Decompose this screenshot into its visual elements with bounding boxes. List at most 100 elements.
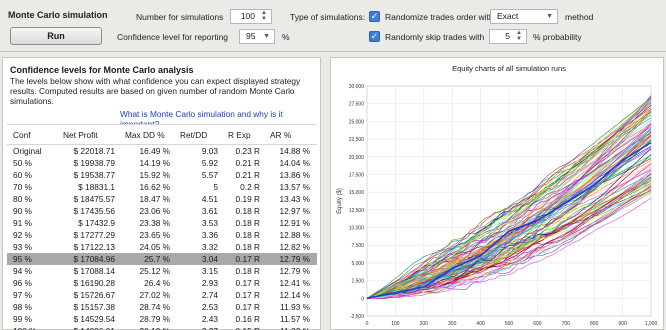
confidence-unit: % xyxy=(282,32,290,42)
column-header[interactable]: Net Profit xyxy=(59,130,117,140)
table-row[interactable]: 100 %$ 14086.0130.19 %2.270.15 R11.32 % xyxy=(7,325,317,330)
table-row[interactable]: 94 % $ 17088.14 25.12 % 3.15 0.18 R 12.79 % xyxy=(7,265,317,277)
table-cell: 0.19 R xyxy=(235,194,260,204)
skip-probability-input[interactable]: 5 ▲ ▼ xyxy=(489,29,527,44)
table-header: Conf Net Profit Max DD % Ret/DD R Exp AR % xyxy=(7,124,317,145)
table-row[interactable]: 93 % $ 17122.13 24.05 % 3.32 0.18 R 12.82 % xyxy=(7,241,317,253)
table-cell: 30.19 % xyxy=(117,326,172,330)
panel-heading: Confidence levels for Monte Carlo analys… xyxy=(10,65,194,75)
table-cell: 25.7 % xyxy=(144,254,170,264)
x-tick-label: 900 xyxy=(618,321,627,327)
num-sims-input[interactable]: 100 ▲ ▼ xyxy=(230,9,272,24)
table-cell: 0.2 R xyxy=(240,182,260,192)
table-cell: $ 17432.9 xyxy=(78,218,115,228)
table-cell: 95 % xyxy=(13,254,32,264)
x-tick-label: 100 xyxy=(391,321,400,327)
column-header[interactable]: Conf xyxy=(7,130,59,140)
table-row[interactable]: 99 % $ 14529.54 28.79 % 2.43 0.16 R 11.57 % xyxy=(7,313,317,325)
table-row[interactable]: 97 % $ 15726.67 27.02 % 2.74 0.17 R 12.14 % xyxy=(7,289,317,301)
table-cell: 0.18 R xyxy=(235,206,260,216)
table-cell: 2.27 xyxy=(172,326,220,330)
spinner-icon[interactable]: ▲ ▼ xyxy=(259,10,269,22)
table-cell: $ 17122.13 xyxy=(73,242,115,252)
table-cell: $ 19938.79 xyxy=(73,158,115,168)
x-tick-label: 600 xyxy=(533,321,542,327)
table-cell: 0.16 R xyxy=(235,314,260,324)
y-tick-label: 20,000 xyxy=(349,155,365,161)
table-row[interactable]: 60 % $ 19538.77 15.92 % 5.57 0.21 R 13.86 % xyxy=(7,169,317,181)
table-cell: 90 % xyxy=(13,206,32,216)
table-cell: $ 15157.38 xyxy=(73,302,115,312)
confidence-select[interactable]: 95 ▼ xyxy=(239,29,275,44)
table-cell: 0.18 R xyxy=(235,230,260,240)
table-cell: 0.21 R xyxy=(235,170,260,180)
table-row[interactable]: 91 % $ 17432.9 23.38 % 3.53 0.18 R 12.91 % xyxy=(7,217,317,229)
panel-description: The levels below show with what confiden… xyxy=(10,76,301,106)
column-header[interactable]: R Exp xyxy=(220,130,262,140)
table-cell: 11.57 % xyxy=(280,314,310,324)
table-cell: 12.14 % xyxy=(279,290,310,300)
y-tick-label: 7,500 xyxy=(351,243,364,249)
table-row[interactable]: 95 % $ 17084.96 25.7 % 3.04 0.17 R 12.79 % xyxy=(7,253,317,265)
x-tick-label: 400 xyxy=(476,321,485,327)
equity-chart-panel: Equity charts of all simulation runs -2,5… xyxy=(330,57,664,330)
skip-trades-checkbox[interactable]: ✓ xyxy=(369,31,380,42)
table-cell: 92 % xyxy=(13,230,32,240)
results-panel: Confidence levels for Monte Carlo analys… xyxy=(2,57,321,330)
table-cell: 13.57 % xyxy=(279,182,310,192)
method-select[interactable]: Exact ▼ xyxy=(490,9,558,24)
table-cell: 28.79 % xyxy=(139,314,170,324)
table-cell: 12.82 % xyxy=(279,242,310,252)
run-button[interactable]: Run xyxy=(10,27,102,45)
table-cell: 50 % xyxy=(13,158,32,168)
probability-label: % probability xyxy=(533,32,582,42)
column-header[interactable]: Max DD % xyxy=(117,130,172,140)
table-cell: 12.88 % xyxy=(279,230,310,240)
randomize-label: Randomize trades order with xyxy=(385,12,494,22)
table-cell: 80 % xyxy=(13,194,32,204)
table-cell: 3.15 xyxy=(201,266,218,276)
table-row[interactable]: 92 % $ 17277.29 23.65 % 3.36 0.18 R 12.88 % xyxy=(7,229,317,241)
table-row[interactable]: 98 % $ 15157.38 28.74 % 2.53 0.17 R 11.93 % xyxy=(7,301,317,313)
table-cell: $ 16190.28 xyxy=(73,278,115,288)
table-cell: 97 % xyxy=(13,290,32,300)
table-row[interactable]: Original $ 22018.71 16.49 % 9.03 0.23 R 14.88… xyxy=(7,145,317,157)
table-cell: $ 17277.29 xyxy=(73,230,115,240)
confidence-value: 95 xyxy=(246,31,256,41)
table-row[interactable]: 96 % $ 16190.28 26.4 % 2.93 0.17 R 12.41 % xyxy=(7,277,317,289)
randomize-checkbox[interactable]: ✓ xyxy=(369,11,380,22)
table-cell: 23.65 % xyxy=(139,230,170,240)
table-cell: 2.74 xyxy=(201,290,218,300)
table-cell: 11.32 % xyxy=(262,326,312,330)
table-cell: 100 % xyxy=(7,326,59,330)
table-cell: 13.43 % xyxy=(279,194,310,204)
table-cell: $ 22018.71 xyxy=(73,146,115,156)
x-tick-label: 0 xyxy=(366,321,369,327)
table-cell: 9.03 xyxy=(201,146,218,156)
table-cell: 12.91 % xyxy=(279,218,310,228)
table-cell: 0.18 R xyxy=(235,266,260,276)
table-cell: $ 17084.96 xyxy=(73,254,115,264)
x-tick-label: 200 xyxy=(420,321,429,327)
table-cell: 18.47 % xyxy=(139,194,170,204)
table-cell: 0.18 R xyxy=(235,218,260,228)
spinner-icon[interactable]: ▲ ▼ xyxy=(514,30,524,42)
table-cell: 5.92 xyxy=(201,158,218,168)
table-cell: 23.38 % xyxy=(139,218,170,228)
table-cell: 2.93 xyxy=(201,278,218,288)
table-row[interactable]: 70 % $ 18831.1 16.62 % 5 0.2 R 13.57 % xyxy=(7,181,317,193)
table-cell: 0.17 R xyxy=(235,290,260,300)
table-cell: 0.17 R xyxy=(235,254,260,264)
table-body: Original $ 22018.71 16.49 % 9.03 0.23 R 14.88… xyxy=(7,145,317,330)
table-row[interactable]: 80 % $ 18475.57 18.47 % 4.51 0.19 R 13.43 % xyxy=(7,193,317,205)
method-value: Exact xyxy=(497,11,519,21)
table-cell: $ 14086.01 xyxy=(59,326,117,330)
table-row[interactable]: 50 % $ 19938.79 14.19 % 5.92 0.21 R 14.04 % xyxy=(7,157,317,169)
column-header[interactable]: Ret/DD xyxy=(172,130,220,140)
table-row[interactable]: 90 % $ 17435.56 23.06 % 3.61 0.18 R 12.97 % xyxy=(7,205,317,217)
table-cell: 98 % xyxy=(13,302,32,312)
column-header[interactable]: AR % xyxy=(262,130,312,140)
table-cell: Original xyxy=(13,146,42,156)
table-cell: 3.61 xyxy=(201,206,218,216)
num-sims-label: Number for simulations xyxy=(136,12,224,22)
